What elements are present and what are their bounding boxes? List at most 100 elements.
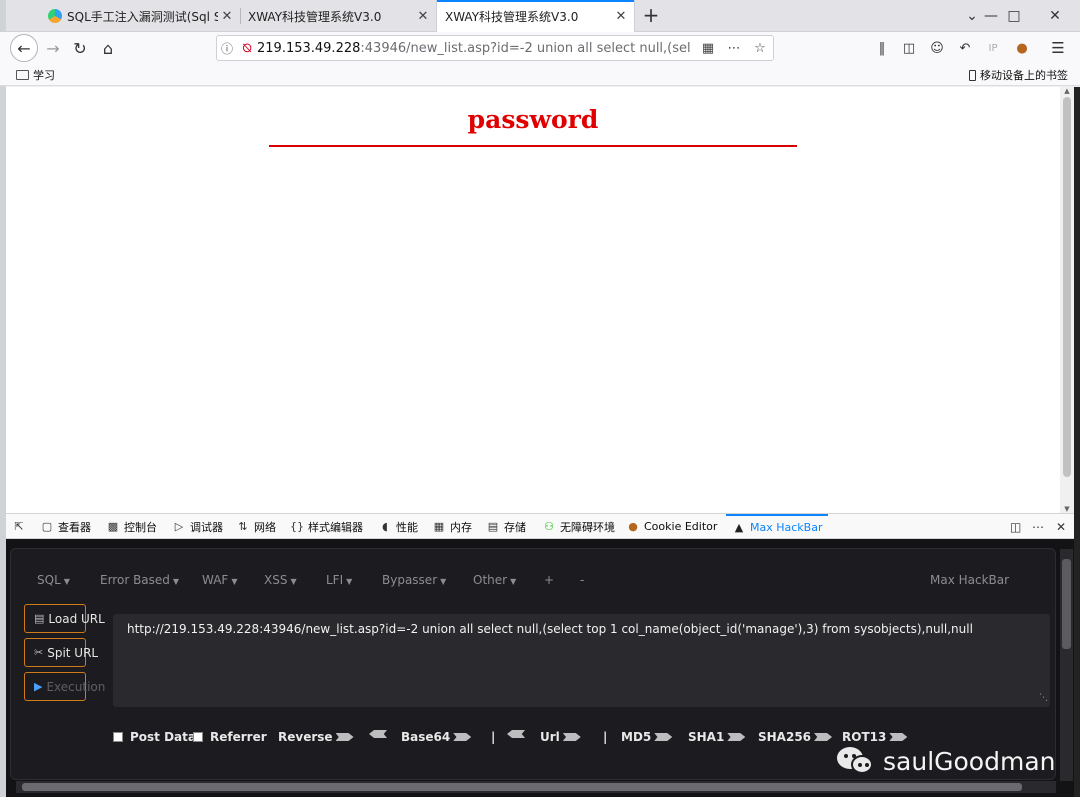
- scrollbar-thumb[interactable]: [1062, 559, 1071, 649]
- close-icon[interactable]: ✕: [414, 9, 432, 24]
- dock-side-icon[interactable]: ◫: [1010, 514, 1021, 539]
- page-scrollbar[interactable]: ▲ ▼: [1060, 87, 1074, 513]
- tab-title: XWAY科技管理系统V3.0: [248, 9, 382, 24]
- hackbar-panel: SQL ▼ Error Based ▼ WAF ▼ XSS ▼ LFI ▼ Bypasse…: [6, 539, 1074, 797]
- md5-button[interactable]: MD5: [621, 730, 673, 744]
- tab-max-hackbar[interactable]: ▲ Max HackBar: [726, 514, 829, 539]
- sha256-button[interactable]: SHA256: [758, 730, 833, 744]
- menu-error-based[interactable]: Error Based ▼: [100, 573, 179, 587]
- gauge-icon: ◖: [382, 520, 388, 533]
- tab-favicon-icon: [48, 9, 62, 23]
- new-tab-button[interactable]: +: [638, 3, 664, 29]
- sha1-button[interactable]: SHA1: [688, 730, 746, 744]
- split-url-button[interactable]: ✂ Spit URL: [24, 638, 98, 667]
- post-data-checkbox[interactable]: Post Data: [113, 730, 196, 744]
- library-icon[interactable]: ‖: [872, 38, 892, 58]
- home-icon[interactable]: ⌂: [95, 35, 121, 61]
- devtools-toolbar: ⇱ ▢ 查看器 ▩ 控制台 ▷ 调试器 ⇅ 网络 {} 样式编辑器 ◖ 性能 ▦ 内存 ▤ 存储…: [6, 513, 1074, 539]
- tab-cookie-editor[interactable]: ● Cookie Editor: [626, 514, 717, 539]
- cookie-extension-icon[interactable]: ●: [1012, 38, 1032, 58]
- close-icon[interactable]: ✕: [612, 9, 630, 24]
- ip-extension-icon[interactable]: IP: [983, 38, 1003, 58]
- hackbar-scrollbar[interactable]: [1060, 549, 1073, 781]
- checkbox-icon[interactable]: [113, 732, 123, 742]
- heading-rule: [269, 145, 797, 147]
- maximize-icon[interactable]: □: [993, 0, 1035, 32]
- caret-down-icon: ▼: [346, 577, 353, 586]
- close-icon[interactable]: ✕: [218, 9, 236, 24]
- menu-xss[interactable]: XSS ▼: [264, 573, 297, 587]
- checkbox-icon[interactable]: [193, 732, 203, 742]
- tab-xway-1[interactable]: XWAY科技管理系统V3.0 ✕: [240, 0, 436, 32]
- menu-lfi[interactable]: LFI ▼: [326, 573, 352, 587]
- bookmark-mobile[interactable]: 移动设备上的书签: [969, 67, 1068, 83]
- base64-decode-icon[interactable]: [369, 730, 387, 738]
- browser-window: SQL手工注入漏洞测试(Sql Ser ✕ XWAY科技管理系统V3.0 ✕ X…: [0, 0, 1080, 797]
- tab-console[interactable]: ▩ 控制台: [106, 514, 157, 539]
- element-picker-icon[interactable]: ⇱: [12, 514, 30, 539]
- arrow-left-icon: [507, 730, 525, 738]
- qr-code-icon[interactable]: ▦: [695, 41, 721, 56]
- base64-button[interactable]: Base64: [401, 730, 472, 744]
- window-close-icon[interactable]: ✕: [1034, 0, 1076, 32]
- load-url-button[interactable]: ▤ Load URL: [24, 604, 105, 633]
- tab-strip: SQL手工注入漏洞测试(Sql Ser ✕ XWAY科技管理系统V3.0 ✕ X…: [0, 0, 1080, 33]
- close-devtools-icon[interactable]: ✕: [1056, 514, 1066, 539]
- menu-add[interactable]: +: [544, 573, 554, 587]
- url-decode-icon[interactable]: [507, 730, 525, 738]
- menu-remove[interactable]: -: [580, 573, 584, 587]
- tab-xway-active[interactable]: XWAY科技管理系统V3.0 ✕: [436, 0, 635, 33]
- star-bookmark-icon[interactable]: ☆: [747, 41, 773, 56]
- info-shield-icon[interactable]: ⓘ: [217, 40, 237, 57]
- menu-other[interactable]: Other ▼: [473, 573, 516, 587]
- tab-accessibility[interactable]: ⚇ 无障碍环境: [542, 514, 615, 539]
- load-icon: ▤: [34, 612, 45, 625]
- arrow-right-icon: [654, 733, 673, 741]
- more-actions-icon[interactable]: ⋯: [721, 41, 747, 56]
- reverse-button[interactable]: Reverse: [278, 730, 354, 744]
- resize-grip-icon[interactable]: ⋱: [1039, 690, 1048, 706]
- wechat-watermark: saulGoodman: [837, 745, 1056, 777]
- arrow-right-icon: [727, 733, 746, 741]
- referrer-checkbox[interactable]: Referrer: [193, 730, 267, 744]
- tab-network[interactable]: ⇅ 网络: [236, 514, 276, 539]
- separator: |: [603, 730, 608, 744]
- undo-icon[interactable]: ↶: [955, 38, 975, 58]
- tab-title: SQL手工注入漏洞测试(Sql Ser: [67, 9, 218, 24]
- tab-storage[interactable]: ▤ 存储: [486, 514, 526, 539]
- hackbar-brand: Max HackBar: [930, 573, 1010, 587]
- avatar-extension-icon[interactable]: ☺: [927, 38, 947, 58]
- navigation-toolbar: ← → ↻ ⌂ ⓘ ⦰ 219.153.49.228:43946/new_lis…: [0, 32, 1080, 64]
- tab-title: XWAY科技管理系统V3.0: [445, 10, 579, 24]
- hamburger-menu-icon[interactable]: ☰: [1048, 38, 1068, 58]
- scrollbar-thumb[interactable]: [22, 783, 1022, 791]
- hackbar-horizontal-scrollbar[interactable]: [16, 781, 1056, 793]
- scroll-up-icon[interactable]: ▲: [1060, 87, 1074, 95]
- caret-down-icon: ▼: [510, 577, 517, 586]
- reload-icon[interactable]: ↻: [67, 35, 93, 61]
- rot13-button[interactable]: ROT13: [842, 730, 908, 744]
- insecure-lock-icon[interactable]: ⦰: [237, 41, 257, 56]
- back-arrow-icon[interactable]: ←: [10, 34, 38, 62]
- tab-memory[interactable]: ▦ 内存: [432, 514, 472, 539]
- tab-style-editor[interactable]: {} 样式编辑器: [290, 514, 363, 539]
- more-options-icon[interactable]: ⋯: [1032, 514, 1044, 539]
- menu-waf[interactable]: WAF ▼: [202, 573, 237, 587]
- tab-inspector[interactable]: ▢ 查看器: [40, 514, 91, 539]
- menu-sql[interactable]: SQL ▼: [37, 573, 70, 587]
- bookmark-folder-study[interactable]: 学习: [16, 67, 55, 83]
- hackbar-url-textarea[interactable]: http://219.153.49.228:43946/new_list.asp…: [113, 614, 1050, 707]
- scroll-down-icon[interactable]: ▼: [1060, 505, 1074, 513]
- sidebar-icon[interactable]: ◫: [899, 38, 919, 58]
- url-encode-button[interactable]: Url: [540, 730, 581, 744]
- caret-down-icon: ▼: [63, 577, 70, 586]
- tab-performance[interactable]: ◖ 性能: [378, 514, 418, 539]
- execute-button[interactable]: ▶ Execution: [24, 672, 105, 701]
- tab-debugger[interactable]: ▷ 调试器: [172, 514, 223, 539]
- caret-down-icon: ▼: [440, 577, 447, 586]
- address-bar[interactable]: ⓘ ⦰ 219.153.49.228:43946/new_list.asp?id…: [216, 35, 774, 61]
- forward-arrow-icon[interactable]: →: [40, 35, 66, 61]
- tab-sql-injection[interactable]: SQL手工注入漏洞测试(Sql Ser ✕: [40, 0, 240, 32]
- scrollbar-thumb[interactable]: [1063, 97, 1071, 477]
- menu-bypasser[interactable]: Bypasser ▼: [382, 573, 446, 587]
